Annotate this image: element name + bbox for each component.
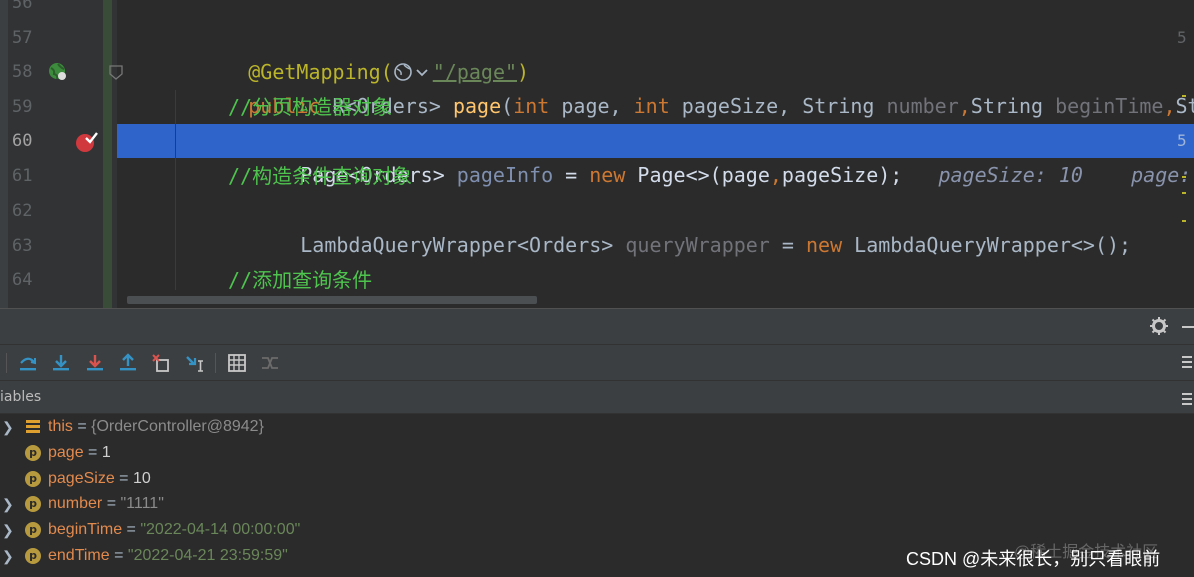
- line-number: 61: [12, 166, 33, 186]
- right-edge-text: 5: [1177, 28, 1187, 47]
- right-edge-text: 5: [1177, 131, 1187, 150]
- variable-row[interactable]: ❯ this = {OrderController@8942}: [0, 414, 1194, 440]
- code-comment-61: //构造条件查询对象: [228, 164, 413, 188]
- line-number: 63: [12, 236, 33, 256]
- variable-name: beginTime: [48, 521, 123, 538]
- settings-gear-icon[interactable]: [1150, 317, 1168, 339]
- code-line-62: LambdaQueryWrapper<Orders> queryWrapper …: [300, 233, 1132, 257]
- variable-value: "1111": [120, 495, 164, 512]
- step-over-icon[interactable]: [16, 351, 40, 375]
- code-editor[interactable]: 56 57 58 59 60 61 62 63 64 @GetMapping("…: [0, 0, 1194, 308]
- horizontal-scrollbar[interactable]: [127, 296, 537, 304]
- parameter-icon: p: [25, 471, 41, 487]
- error-stripe-marker[interactable]: [1182, 220, 1186, 222]
- inline-debug-hint: page: 1: [1131, 163, 1192, 187]
- variables-menu-icon[interactable]: [1182, 393, 1192, 405]
- code-comment-64: //添加查询条件: [228, 268, 373, 292]
- code-area[interactable]: @GetMapping("/page") public R<Orders> pa…: [117, 0, 1194, 308]
- toolbar-separator: [215, 353, 216, 373]
- variable-name: pageSize: [48, 470, 115, 487]
- variable-name: page: [48, 444, 84, 461]
- debug-tool-window-header: [0, 308, 1194, 344]
- field-icon: [25, 419, 41, 435]
- variable-value: "2022-04-21 23:59:59": [127, 547, 288, 564]
- variables-label: iables: [0, 389, 42, 405]
- code-line-57: @GetMapping("/page"): [248, 60, 530, 84]
- step-into-icon[interactable]: [49, 351, 73, 375]
- evaluate-expression-icon[interactable]: [225, 351, 249, 375]
- expand-arrow-icon[interactable]: ❯: [2, 491, 14, 517]
- inline-debug-hint: pageSize: 10: [938, 163, 1083, 187]
- more-options-icon[interactable]: [1182, 356, 1192, 368]
- left-tool-strip: [0, 0, 8, 308]
- minimize-icon[interactable]: [1182, 326, 1194, 328]
- error-stripe-marker[interactable]: [1182, 176, 1186, 178]
- line-number-active: 60: [12, 131, 33, 151]
- error-stripe-marker[interactable]: [1182, 95, 1186, 97]
- variable-name: endTime: [48, 547, 110, 564]
- parameter-icon: p: [25, 496, 41, 512]
- code-comment-59: //分页构造器对象: [228, 95, 393, 119]
- csdn-watermark: CSDN @未来很长，别只看眼前: [906, 549, 1161, 569]
- variable-row[interactable]: ❯ p number = "1111": [0, 491, 1194, 517]
- variable-row[interactable]: p pageSize = 10: [0, 466, 1194, 492]
- variable-value: "2022-04-14 00:00:00": [140, 521, 301, 538]
- line-number: 57: [12, 28, 33, 48]
- trace-stream-icon[interactable]: [258, 351, 282, 375]
- expand-arrow-icon[interactable]: ❯: [2, 517, 14, 543]
- line-number: 62: [12, 201, 33, 221]
- line-number: 56: [12, 0, 33, 13]
- endpoint-globe-icon[interactable]: [46, 60, 70, 88]
- variable-name: number: [48, 495, 103, 512]
- variable-value: 1: [101, 444, 111, 461]
- variable-name: this: [48, 418, 73, 435]
- debug-toolbar: [0, 344, 1194, 380]
- parameter-icon: p: [25, 522, 41, 538]
- variables-panel-header: iables: [0, 380, 1194, 414]
- vcs-change-marker: [103, 0, 112, 308]
- line-number: 64: [12, 270, 33, 290]
- force-step-into-icon[interactable]: [83, 351, 107, 375]
- expand-arrow-icon[interactable]: ❯: [2, 414, 14, 440]
- code-line-60: Page<Orders> pageInfo = new Page<>(page,…: [228, 124, 1194, 187]
- breakpoint-icon[interactable]: [74, 130, 98, 158]
- variable-value: {OrderController@8942}: [91, 418, 264, 435]
- code-line-58: public R<Orders> page(int page, int page…: [248, 94, 1194, 118]
- line-number: 59: [12, 97, 33, 117]
- variable-value: 10: [132, 470, 151, 487]
- toolbar-separator: [6, 353, 7, 373]
- parameter-icon: p: [25, 548, 41, 564]
- drop-frame-icon[interactable]: [149, 351, 173, 375]
- step-out-icon[interactable]: [116, 351, 140, 375]
- expand-arrow-icon[interactable]: ❯: [2, 543, 14, 569]
- run-to-cursor-icon[interactable]: [183, 351, 207, 375]
- parameter-icon: p: [25, 445, 41, 461]
- error-stripe-marker[interactable]: [1182, 192, 1186, 194]
- variable-row[interactable]: p page = 1: [0, 440, 1194, 466]
